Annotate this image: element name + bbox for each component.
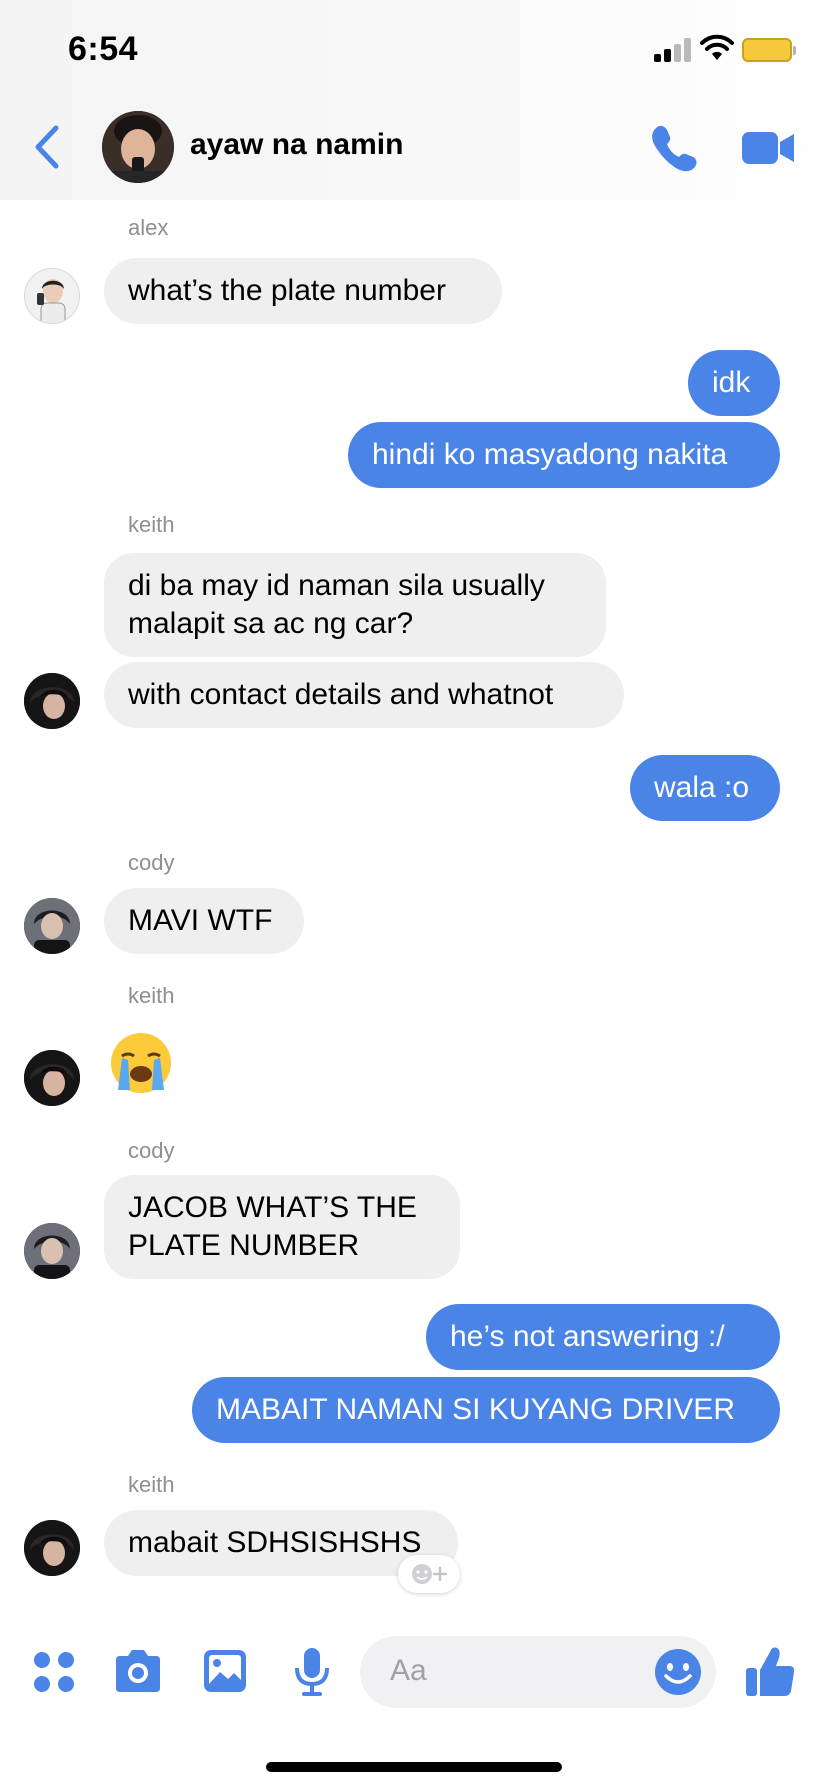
battery-icon	[742, 38, 796, 62]
wifi-icon	[700, 34, 734, 60]
avatar-keith[interactable]	[24, 673, 80, 729]
message-bubble-incoming[interactable]: di ba may id naman sila usually malapit …	[104, 553, 606, 657]
thumbs-up-icon[interactable]	[744, 1644, 796, 1698]
emoji-icon[interactable]	[654, 1648, 702, 1696]
camera-icon[interactable]	[112, 1648, 164, 1694]
avatar-keith[interactable]	[24, 1520, 80, 1576]
avatar-keith[interactable]	[24, 1050, 80, 1106]
message-text: with contact details and whatnot	[128, 678, 554, 711]
message-text: MABAIT NAMAN SI KUYANG DRIVER	[216, 1393, 735, 1426]
add-reaction-icon[interactable]	[398, 1555, 460, 1593]
message-bubble-outgoing[interactable]: idk	[688, 350, 780, 416]
avatar-alex[interactable]	[24, 268, 80, 324]
sender-name: keith	[128, 983, 175, 1008]
message-text: JACOB WHAT’S THE PLATE NUMBER	[128, 1191, 417, 1262]
message-text: mabait SDHSISHSHS	[128, 1526, 422, 1559]
message-text: he’s not answering :/	[450, 1320, 725, 1353]
sender-name: cody	[128, 1138, 175, 1163]
message-bubble-incoming[interactable]: JACOB WHAT’S THE PLATE NUMBER	[104, 1175, 460, 1279]
message-text: hindi ko masyadong nakita	[372, 438, 728, 471]
message-bubble-outgoing[interactable]: hindi ko masyadong nakita	[348, 422, 780, 488]
message-bubble-outgoing[interactable]: wala :o	[630, 755, 780, 821]
message-bubble-incoming[interactable]: with contact details and whatnot	[104, 662, 624, 728]
sender-name: keith	[128, 512, 175, 537]
avatar-cody[interactable]	[24, 1223, 80, 1279]
status-time: 6:54	[68, 30, 139, 68]
sender-name: cody	[128, 850, 175, 875]
apps-grid-icon[interactable]	[32, 1650, 76, 1694]
message-text: idk	[712, 366, 751, 399]
message-text: di ba may id naman sila usually malapit …	[128, 569, 545, 640]
phone-icon[interactable]	[648, 122, 700, 174]
message-text: wala :o	[654, 771, 750, 804]
home-indicator[interactable]	[266, 1762, 562, 1772]
sender-name: alex	[128, 215, 169, 240]
gallery-icon[interactable]	[202, 1648, 248, 1694]
message-text: MAVI WTF	[128, 904, 273, 937]
message-input[interactable]: Aa	[360, 1636, 716, 1708]
sender-name: keith	[128, 1472, 175, 1497]
group-avatar[interactable]	[102, 111, 174, 183]
avatar-cody[interactable]	[24, 898, 80, 954]
chat-header: 6:54 ayaw na namin	[0, 0, 828, 200]
input-placeholder: Aa	[390, 1654, 427, 1687]
message-bubble-outgoing[interactable]: he’s not answering :/	[426, 1304, 780, 1370]
loudly-crying-face-emoji[interactable]	[108, 1030, 174, 1096]
message-bubble-incoming[interactable]: MAVI WTF	[104, 888, 304, 954]
message-text: what’s the plate number	[128, 274, 446, 307]
cellular-signal-icon	[654, 38, 692, 62]
microphone-icon[interactable]	[292, 1646, 332, 1698]
message-bubble-outgoing[interactable]: MABAIT NAMAN SI KUYANG DRIVER	[192, 1377, 780, 1443]
message-bubble-incoming[interactable]: what’s the plate number	[104, 258, 502, 324]
chat-title[interactable]: ayaw na namin	[190, 128, 403, 162]
back-chevron-icon[interactable]	[30, 122, 64, 172]
video-camera-icon[interactable]	[740, 128, 796, 168]
message-composer: Aa	[0, 1620, 828, 1720]
